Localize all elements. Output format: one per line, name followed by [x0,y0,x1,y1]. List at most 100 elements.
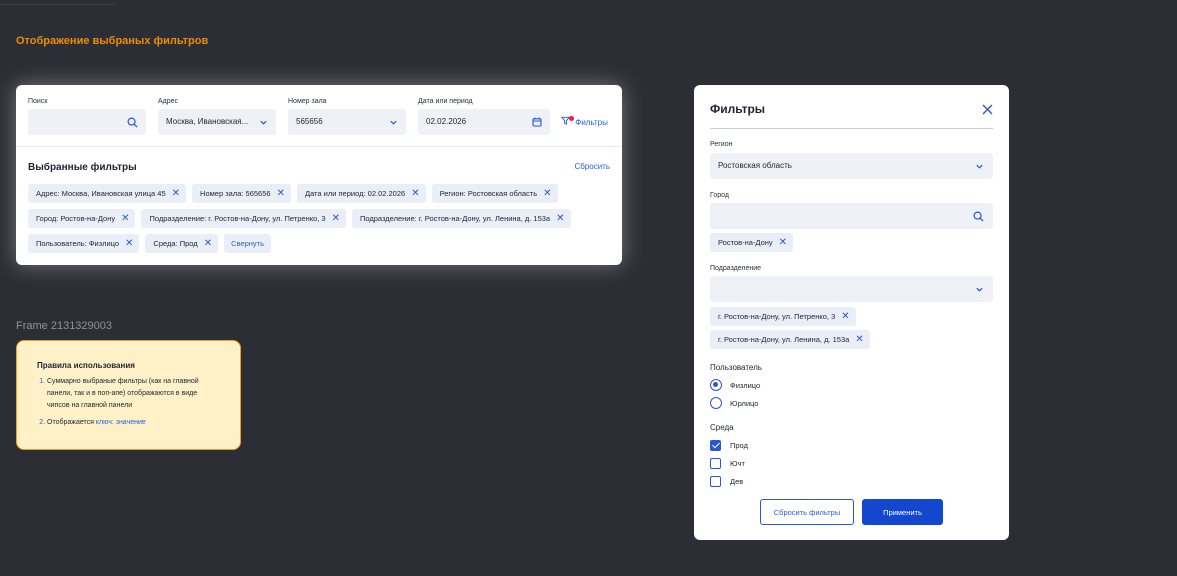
user-label: Пользователь [710,363,762,372]
close-icon[interactable]: ✕ [855,334,863,345]
reset-filters-button[interactable]: Сбросить фильтры [760,499,854,525]
chip-label: Номер зала: 565656 [200,189,271,198]
close-icon[interactable]: ✕ [204,238,212,249]
city-chip: Ростов-на-Дону ✕ [710,233,794,252]
rules-title: Правила использования [37,361,135,370]
hall-select[interactable]: 565656 [288,109,406,135]
filter-panel: Поиск Адрес Москва, Ивановская... Номер … [16,85,622,265]
chip-label: Ростов-на-Дону [718,238,773,247]
rule-link: ключ: значение [95,419,146,426]
filter-chip: Подразделение: г. Ростов-на-Дону, ул. Ле… [351,209,571,228]
checkbox-prod[interactable]: Прод [710,440,748,451]
close-icon[interactable]: ✕ [277,188,285,199]
collapse-button[interactable]: Свернуть [224,234,271,253]
search-icon[interactable] [127,109,138,138]
chip-label: г. Ростов-на-Дону, ул. Ленина, д. 153а [718,335,850,344]
close-icon[interactable]: ✕ [841,311,849,322]
radio-legal[interactable]: Юрлицо [710,397,758,409]
region-value: Ростовская область [718,161,792,170]
region-label: Регион [710,141,733,148]
chip-label: Дата или период: 02.02.2026 [304,189,406,198]
date-label: Дата или период [418,98,473,105]
rules-list: Суммарно выбраные фильтры (как на главно… [37,376,220,429]
top-fragment [0,0,115,5]
checkbox-label: Ючт [730,459,745,468]
chevron-down-icon [259,109,268,137]
chip-label: Подразделение: г. Ростов-на-Дону, ул. Ле… [359,214,551,223]
filter-active-dot [569,116,575,121]
filter-chip: Среда: Прод ✕ [145,234,219,253]
division-select[interactable] [710,276,993,302]
chevron-down-icon [975,276,984,304]
close-icon[interactable]: ✕ [332,213,340,224]
radio-individual[interactable]: Физлицо [710,379,760,391]
rule-item: Суммарно выбраные фильтры (как на главно… [47,376,220,412]
filters-modal: Фильтры Регион Ростовская область Город … [694,85,1009,540]
apply-button[interactable]: Применить [862,499,943,525]
chip-label: г. Ростов-на-Дону, ул. Петренко, 3 [718,312,836,321]
filter-chip: Дата или период: 02.02.2026 ✕ [296,184,426,203]
division-chip: г. Ростов-на-Дону, ул. Петренко, 3 ✕ [710,307,856,326]
close-icon[interactable]: ✕ [121,213,129,224]
reset-link[interactable]: Сбросить [574,162,610,171]
city-input[interactable] [710,203,993,229]
division-label: Подразделение [710,265,762,272]
modal-title: Фильтры [710,102,766,116]
date-field: Дата или период 02.02.2026 [418,98,550,135]
close-icon[interactable]: ✕ [543,188,551,199]
checkbox-checked[interactable] [710,440,721,451]
filters-button[interactable]: Фильтры [560,116,608,127]
chevron-down-icon [389,109,398,137]
chip-label: Подразделение: г. Ростов-на-Дону, ул. Пе… [149,214,326,223]
search-input[interactable] [28,109,146,135]
close-icon[interactable]: ✕ [125,238,133,249]
address-value: Москва, Ивановская... [166,117,249,126]
region-select[interactable]: Ростовская область [710,153,993,179]
close-icon[interactable] [982,100,993,119]
city-label: Город [710,192,729,199]
search-field: Поиск [28,98,146,135]
checkbox-unchecked[interactable] [710,458,721,469]
page-title: Отображение выбраных фильтров [16,35,209,47]
close-icon[interactable]: ✕ [411,188,419,199]
selected-chips: Адрес: Москва, Ивановская улица 45 ✕ Номе… [28,184,618,253]
division-chip: г. Ростов-на-Дону, ул. Ленина, д. 153а ✕ [710,330,870,349]
filter-chip: Адрес: Москва, Ивановская улица 45 ✕ [28,184,187,203]
chip-label: Среда: Прод [153,239,198,248]
close-icon[interactable]: ✕ [779,237,787,248]
rule-text: Отображается [47,419,96,426]
rule-item: Отображается ключ: значение [47,417,220,429]
hall-label: Номер зала [288,98,327,105]
close-icon[interactable]: ✕ [556,213,564,224]
checkbox-dev[interactable]: Дев [710,476,743,487]
chip-label: Адрес: Москва, Ивановская улица 45 [36,189,166,198]
chip-label: Пользователь: Физлицо [36,239,120,248]
filters-link-label: Фильтры [575,118,608,127]
calendar-icon[interactable] [532,109,542,137]
close-icon[interactable]: ✕ [172,188,180,199]
date-input[interactable]: 02.02.2026 [418,109,550,135]
checkbox-unchecked[interactable] [710,476,721,487]
filter-chip: Подразделение: г. Ростов-на-Дону, ул. Пе… [141,209,346,228]
checkbox-yuat[interactable]: Ючт [710,458,745,469]
chevron-down-icon [975,153,984,181]
filter-chip: Регион: Ростовская область ✕ [431,184,558,203]
checkbox-label: Прод [730,441,748,450]
filter-chip: Номер зала: 565656 ✕ [192,184,291,203]
radio-label: Юрлицо [730,398,759,408]
radio-unchecked[interactable] [710,397,722,409]
hall-field: Номер зала 565656 [288,98,406,135]
radio-label: Физлицо [730,380,761,390]
filter-icon [560,116,575,127]
search-icon[interactable] [973,203,984,232]
env-label: Среда [710,423,734,432]
selected-filters-title: Выбранные фильтры [28,162,137,173]
radio-checked[interactable] [710,379,722,391]
address-label: Адрес [158,98,179,105]
hall-value: 565656 [296,117,323,126]
frame-label: Frame 2131329003 [16,320,113,332]
checkbox-label: Дев [730,477,744,486]
date-value: 02.02.2026 [426,117,467,126]
divider [710,128,993,129]
address-select[interactable]: Москва, Ивановская... [158,109,276,135]
